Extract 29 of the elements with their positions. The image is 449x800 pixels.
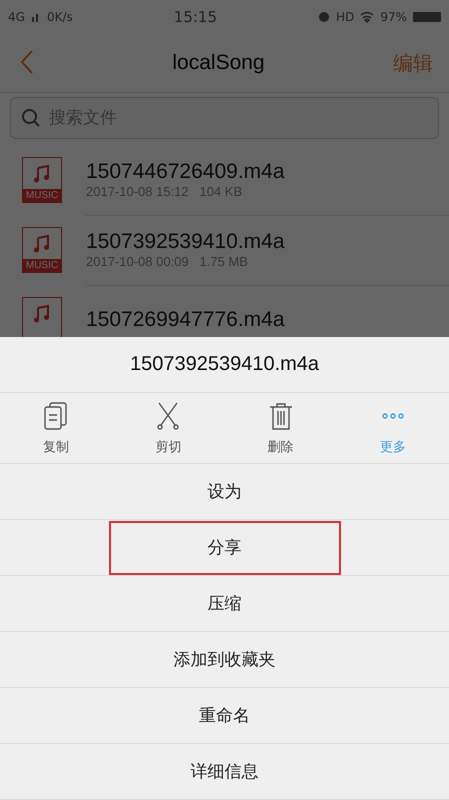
menu-item[interactable]: 压缩: [0, 576, 449, 632]
signal-icon: [30, 12, 41, 22]
hd-label: HD: [336, 10, 354, 24]
speed-label: 0K/s: [46, 10, 73, 24]
battery-icon: [412, 12, 441, 22]
battery-percent: 97%: [380, 10, 407, 24]
menu-item[interactable]: 分享: [0, 520, 449, 576]
alarm-icon: [318, 11, 330, 23]
action-button[interactable]: 复制: [0, 392, 112, 463]
more-icon: [380, 412, 406, 420]
music-file-icon: MUSIC: [22, 227, 62, 273]
highlight-frame: 分享: [108, 520, 340, 574]
wifi-icon: [360, 11, 374, 23]
clock: 15:15: [174, 8, 218, 26]
file-name: 1507446726409.m4a: [86, 160, 286, 184]
action-button[interactable]: 剪切: [112, 392, 224, 463]
menu-item[interactable]: 重命名: [0, 688, 449, 744]
music-file-icon: MUSIC: [22, 157, 62, 203]
menu-item[interactable]: 详细信息: [0, 744, 449, 800]
file-name: 1507392539410.m4a: [86, 230, 286, 254]
sheet-title: 1507392539410.m4a: [0, 337, 449, 393]
back-icon: [20, 49, 34, 75]
file-name: 1507269947776.m4a: [86, 308, 286, 332]
search-icon: [21, 108, 41, 128]
network-label: 4G: [8, 10, 25, 24]
menu-item[interactable]: 设为: [0, 464, 449, 520]
menu-item[interactable]: 添加到收藏夹: [0, 632, 449, 688]
page-title: localSong: [172, 51, 265, 75]
action-button[interactable]: 删除: [224, 392, 337, 463]
